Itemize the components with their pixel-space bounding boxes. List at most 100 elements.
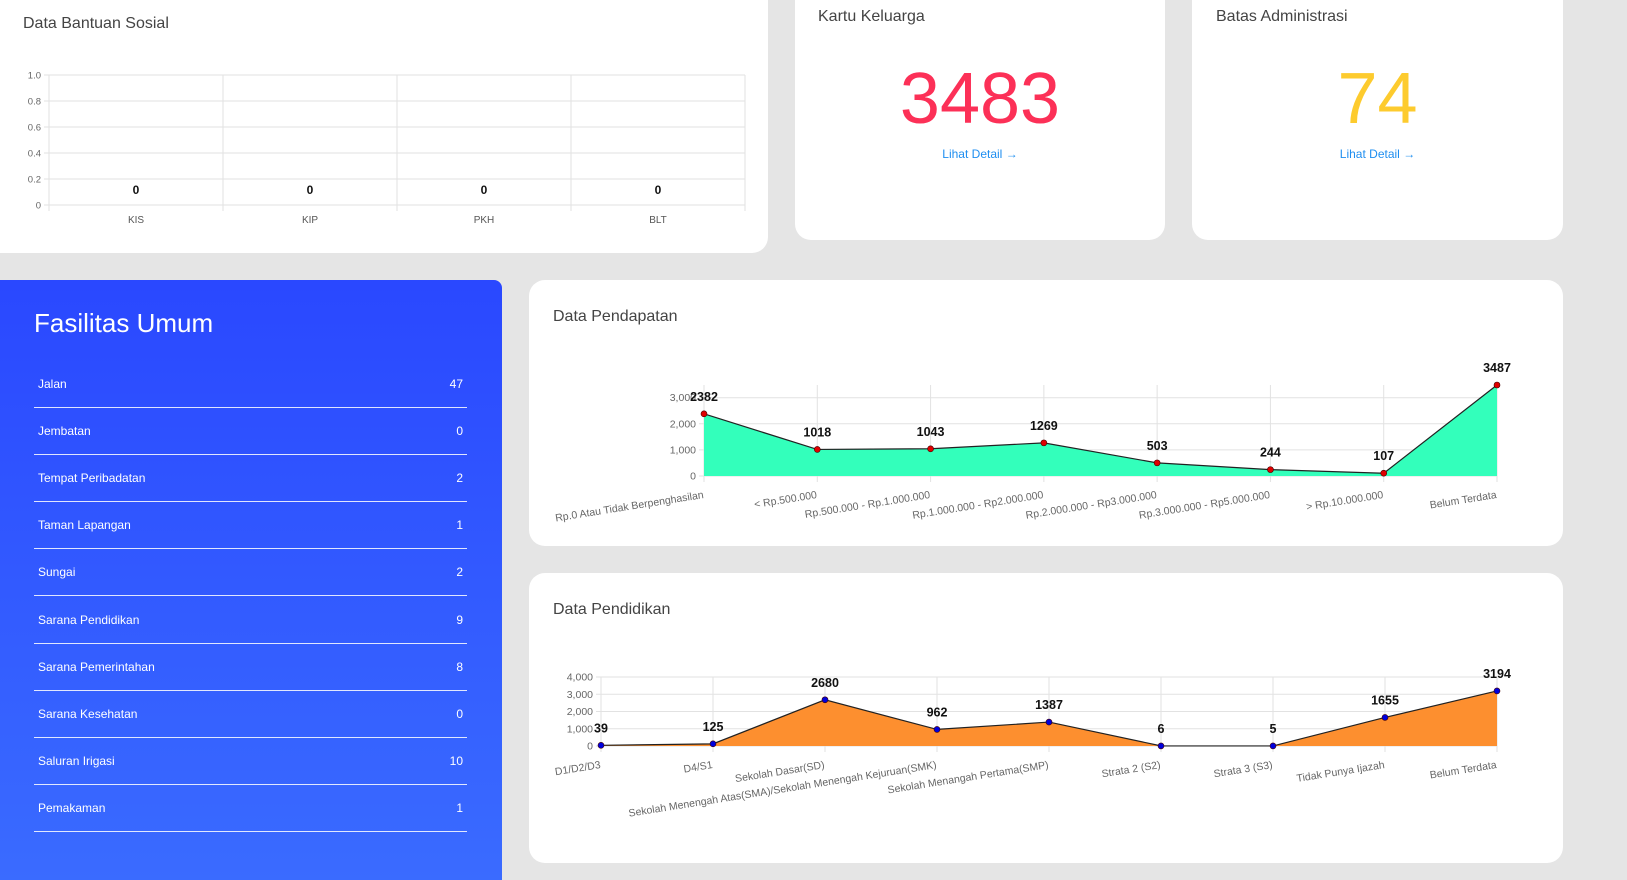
- x-tick-label: Belum Terdata: [1429, 489, 1498, 511]
- fasilitas-item-label: Jembatan: [38, 424, 91, 439]
- data-point: [813, 446, 821, 453]
- fasilitas-item[interactable]: Saluran Irigasi 10: [34, 738, 467, 785]
- batas-value: 74: [1337, 59, 1418, 139]
- data-point: [1493, 381, 1501, 389]
- fasilitas-item[interactable]: Sarana Kesehatan 0: [34, 691, 467, 738]
- data-label: 0: [307, 183, 314, 197]
- data-label: 107: [1373, 449, 1394, 463]
- pendapatan-chart: 01,0002,0003,0002382Rp.0 Atau Tidak Berp…: [554, 361, 1511, 524]
- data-label: 1269: [1030, 419, 1058, 433]
- link-label: Lihat Detail: [1339, 147, 1400, 161]
- fasilitas-item[interactable]: Pemakaman 1: [34, 785, 467, 832]
- y-tick-label: 1.0: [28, 71, 41, 82]
- data-label: 5: [1270, 722, 1277, 736]
- data-point: [709, 740, 717, 748]
- y-tick-label: 0.2: [28, 175, 41, 186]
- x-tick-label: KIP: [302, 215, 318, 226]
- data-point: [821, 696, 829, 704]
- fasilitas-item-label: Tempat Peribadatan: [38, 471, 146, 486]
- y-tick-label: 0: [587, 741, 593, 753]
- fasilitas-item-value: 2: [456, 471, 463, 486]
- y-tick-label: 2,000: [670, 418, 696, 430]
- y-tick-label: 4,000: [567, 672, 593, 684]
- fasilitas-item[interactable]: Taman Lapangan 1: [34, 502, 467, 550]
- x-tick-label: D4/S1: [683, 759, 714, 775]
- y-tick-label: 3,000: [567, 689, 593, 701]
- data-point: [700, 410, 708, 418]
- data-point: [1040, 439, 1048, 447]
- fasilitas-item[interactable]: Jalan 47: [34, 361, 467, 408]
- data-label: 6: [1158, 722, 1165, 736]
- data-label: 244: [1260, 446, 1281, 460]
- data-point: [1153, 459, 1161, 467]
- x-tick-label: Rp.0 Atau Tidak Berpenghasilan: [554, 489, 704, 524]
- x-tick-label: > Rp.10.000.000: [1305, 489, 1384, 513]
- y-tick-label: 0: [36, 201, 41, 212]
- y-tick-label: 0.4: [28, 149, 41, 160]
- fasilitas-card: Fasilitas Umum Jalan 47 Jembatan 0 Tempat Pe…: [0, 280, 502, 880]
- y-tick-label: 0: [690, 471, 696, 483]
- data-point: [1157, 742, 1165, 750]
- data-label: 39: [594, 721, 608, 735]
- data-label: 1655: [1371, 693, 1399, 707]
- y-tick-label: 1,000: [670, 444, 696, 456]
- pendidikan-card: Data Pendidikan 0 1,000 2,000 3,000 4,000 39 D…: [529, 573, 1563, 863]
- data-label: 0: [655, 183, 662, 197]
- batas-detail-link[interactable]: Lihat Detail →: [1192, 147, 1563, 161]
- data-label: 962: [927, 705, 948, 719]
- bantuan-chart: 0 0.2 0.4 0.6 0.8 1.0 0 KIS 0 KIP 0 PKH 0 BLT: [28, 71, 746, 226]
- data-label: 1043: [917, 425, 945, 439]
- fasilitas-item-value: 2: [456, 565, 463, 580]
- data-label: 3194: [1483, 667, 1511, 681]
- data-label: 1387: [1035, 698, 1063, 712]
- fasilitas-item-label: Sungai: [38, 565, 76, 580]
- kartu-keluarga-card: Kartu Keluarga 3483 Lihat Detail →: [795, 0, 1165, 240]
- kartu-title: Kartu Keluarga: [818, 8, 925, 25]
- fasilitas-item[interactable]: Jembatan 0: [34, 408, 467, 456]
- data-label: 3487: [1483, 361, 1511, 375]
- fasilitas-item-label: Taman Lapangan: [38, 518, 131, 533]
- data-point: [927, 445, 934, 453]
- data-label: 0: [133, 183, 140, 197]
- link-label: Lihat Detail: [942, 147, 1003, 161]
- x-tick-label: Rp.1.000.000 - Rp2.000.000: [912, 489, 1045, 522]
- data-point: [1380, 469, 1388, 477]
- fasilitas-item-value: 10: [449, 753, 463, 768]
- fasilitas-item-label: Pemakaman: [38, 800, 106, 815]
- y-tick-label: 1,000: [567, 723, 593, 735]
- x-tick-label: Rp.3.000.000 - Rp5.000.000: [1138, 489, 1271, 522]
- arrow-right-icon: →: [1005, 147, 1018, 161]
- x-tick-label: BLT: [649, 215, 667, 226]
- pendapatan-card: Data Pendapatan 0 1,000 2,000 3,000 2382 Rp.0…: [529, 280, 1563, 546]
- y-tick-label: 0.6: [28, 123, 41, 134]
- fasilitas-item[interactable]: Sarana Pendidikan 9: [34, 597, 467, 644]
- x-tick-label: Rp.2.000.000 - Rp3.000.000: [1025, 489, 1158, 522]
- fasilitas-item-value: 47: [449, 377, 463, 391]
- x-tick-label: Strata 3 (S3): [1213, 759, 1274, 780]
- data-label: 1018: [803, 425, 831, 439]
- fasilitas-title: Fasilitas Umum: [34, 308, 214, 338]
- fasilitas-item-value: 0: [456, 424, 463, 439]
- fasilitas-item-value: 1: [456, 518, 463, 533]
- fasilitas-item-value: 9: [456, 612, 463, 627]
- data-point: [597, 742, 605, 749]
- x-tick-label: Belum Terdata: [1429, 759, 1498, 781]
- data-point: [1493, 687, 1501, 695]
- data-point: [1045, 718, 1053, 726]
- fasilitas-item-label: Sarana Pendidikan: [38, 612, 140, 627]
- kartu-value: 3483: [899, 59, 1061, 139]
- fasilitas-item-label: Saluran Irigasi: [38, 753, 115, 768]
- x-tick-label: KIS: [128, 215, 144, 226]
- batas-card: Batas Administrasi 74 Lihat Detail →: [1192, 0, 1563, 240]
- data-label: 2680: [811, 676, 839, 690]
- arrow-right-icon: →: [1403, 147, 1416, 161]
- y-tick-label: 0.8: [28, 97, 41, 108]
- data-label: 503: [1147, 439, 1168, 453]
- data-label: 0: [481, 183, 488, 197]
- fasilitas-item[interactable]: Tempat Peribadatan 2: [34, 455, 467, 503]
- kartu-detail-link[interactable]: Lihat Detail →: [795, 147, 1165, 161]
- x-tick-label: PKH: [474, 215, 495, 226]
- fasilitas-item[interactable]: Sungai 2: [34, 549, 467, 597]
- fasilitas-item[interactable]: Sarana Pemerintahan 8: [34, 644, 467, 691]
- bantuan-card: Data Bantuan Sosial 0 0.2 0.4 0.6 0.8 1.0 0 KIS…: [0, 0, 768, 253]
